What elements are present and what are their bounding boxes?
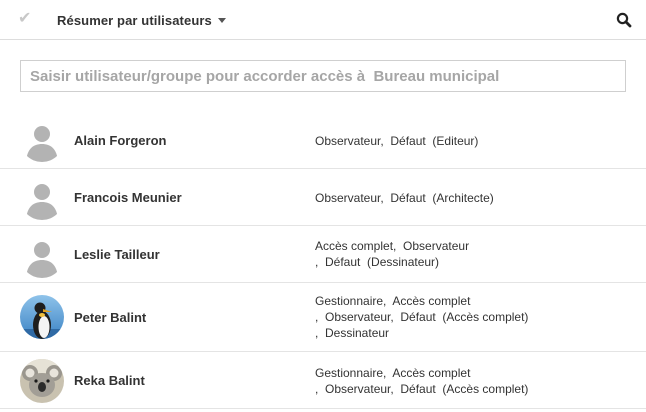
role-line: Gestionnaire, Accès complet bbox=[315, 294, 471, 308]
default-user-avatar bbox=[20, 234, 64, 278]
user-name: Reka Balint bbox=[74, 373, 145, 388]
koala-photo-avatar bbox=[20, 359, 64, 403]
user-roles: Accès complet, Observateur , Défaut (Des… bbox=[315, 238, 635, 270]
summary-dropdown[interactable]: Résumer par utilisateurs bbox=[57, 11, 226, 29]
role-line: , Observateur, Défaut (Accès complet) bbox=[315, 382, 529, 396]
role-line: Observateur, Défaut (Architecte) bbox=[315, 191, 494, 205]
user-row[interactable]: Francois Meunier Observateur, Défaut (Ar… bbox=[0, 169, 646, 226]
role-line: , Observateur, Défaut (Accès complet) bbox=[315, 310, 529, 324]
default-user-avatar bbox=[20, 176, 64, 220]
caret-down-icon bbox=[217, 18, 226, 23]
user-row[interactable]: Leslie Tailleur Accès complet, Observate… bbox=[0, 226, 646, 283]
user-roles: Gestionnaire, Accès complet , Observateu… bbox=[315, 365, 635, 397]
penguin-photo-avatar bbox=[20, 295, 64, 339]
user-roles: Observateur, Défaut (Architecte) bbox=[315, 190, 635, 206]
default-user-avatar bbox=[20, 118, 64, 162]
user-roles: Observateur, Défaut (Editeur) bbox=[315, 133, 635, 149]
search-icon[interactable] bbox=[614, 10, 634, 30]
user-row[interactable]: Reka Balint Gestionnaire, Accès complet … bbox=[0, 352, 646, 409]
user-name: Alain Forgeron bbox=[74, 133, 167, 148]
role-line: Gestionnaire, Accès complet bbox=[315, 366, 471, 380]
toolbar: ✔ Résumer par utilisateurs bbox=[0, 0, 646, 40]
user-name: Leslie Tailleur bbox=[74, 247, 160, 262]
user-row[interactable]: Peter Balint Gestionnaire, Accès complet… bbox=[0, 283, 646, 352]
user-row[interactable]: Alain Forgeron Observateur, Défaut (Edit… bbox=[0, 112, 646, 169]
user-name: Francois Meunier bbox=[74, 190, 182, 205]
role-line: , Dessinateur bbox=[315, 326, 390, 340]
check-icon[interactable]: ✔ bbox=[18, 9, 34, 29]
role-line: Observateur, Défaut (Editeur) bbox=[315, 134, 479, 148]
user-roles: Gestionnaire, Accès complet , Observateu… bbox=[315, 293, 635, 341]
role-line: , Défaut (Dessinateur) bbox=[315, 255, 440, 269]
summary-label: Résumer par utilisateurs bbox=[57, 12, 212, 28]
user-name: Peter Balint bbox=[74, 310, 147, 325]
role-line: Accès complet, Observateur bbox=[315, 239, 470, 253]
grant-access-input[interactable] bbox=[20, 60, 626, 92]
